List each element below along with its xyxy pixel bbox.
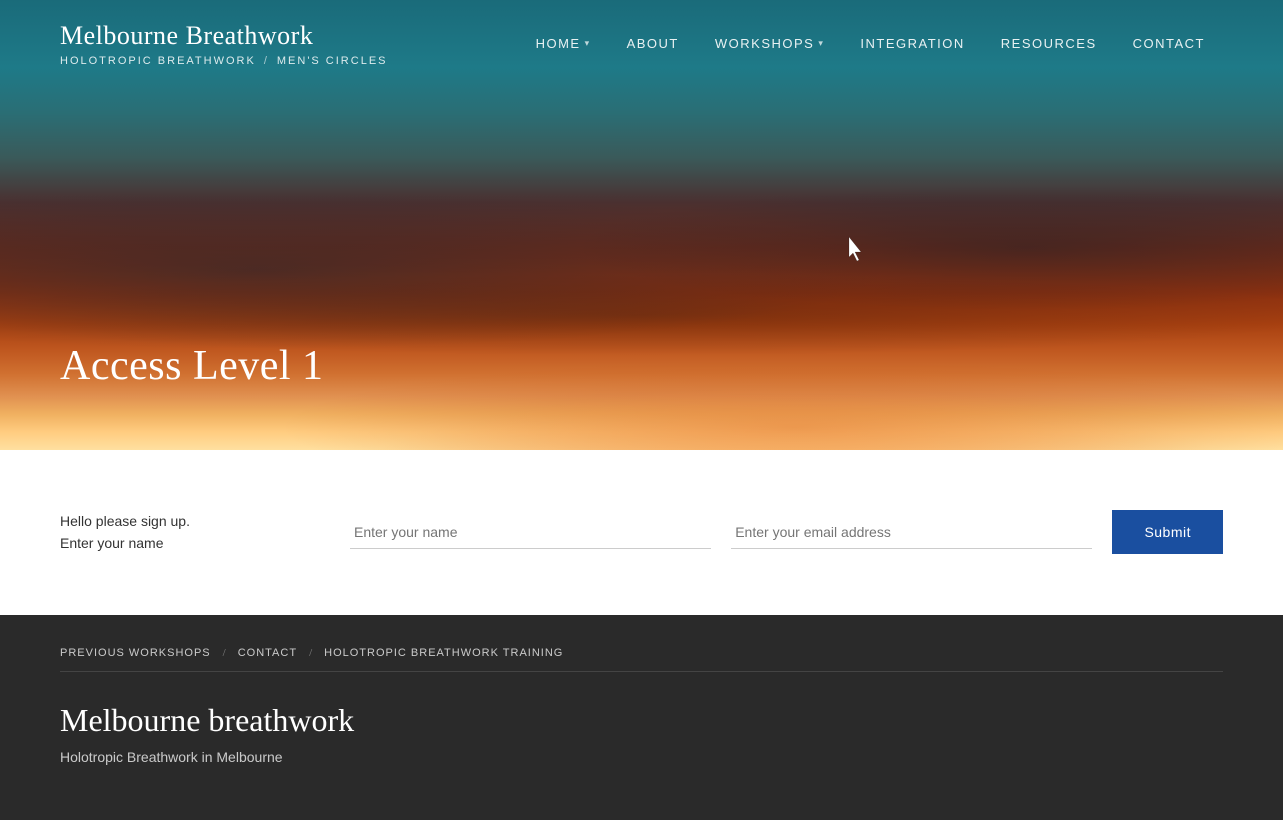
nav-item-about[interactable]: ABOUT xyxy=(609,28,697,59)
footer-area: PREVIOUS WORKSHOPS / CONTACT / HOLOTROPI… xyxy=(0,615,1283,795)
hero-content: Access Level 1 xyxy=(60,342,324,390)
page-title: Access Level 1 xyxy=(60,342,324,390)
submit-button[interactable]: Submit xyxy=(1112,510,1223,554)
brand-sub2: MEN'S CIRCLES xyxy=(277,55,388,67)
hero-section: Melbourne Breathwork HOLOTROPIC BREATHWO… xyxy=(0,0,1283,450)
footer-subtitle: Holotropic Breathwork in Melbourne xyxy=(60,749,1223,765)
main-nav: Melbourne Breathwork HOLOTROPIC BREATHWO… xyxy=(0,0,1283,87)
brand-name: Melbourne Breathwork xyxy=(60,20,388,51)
brand[interactable]: Melbourne Breathwork HOLOTROPIC BREATHWO… xyxy=(60,20,388,67)
footer-nav-training[interactable]: HOLOTROPIC BREATHWORK TRAINING xyxy=(324,635,563,671)
main-content: Hello please sign up. Enter your name Su… xyxy=(0,450,1283,615)
footer-nav: PREVIOUS WORKSHOPS / CONTACT / HOLOTROPI… xyxy=(60,635,1223,672)
chevron-down-icon-2: ▾ xyxy=(818,38,824,49)
nav-link-integration[interactable]: INTEGRATION xyxy=(842,28,982,59)
nav-link-resources[interactable]: RESOURCES xyxy=(983,28,1115,59)
nav-item-contact[interactable]: CONTACT xyxy=(1115,28,1223,59)
brand-sub1: HOLOTROPIC BREATHWORK xyxy=(60,55,256,67)
nav-item-home[interactable]: HOME ▾ xyxy=(518,28,609,59)
signup-line1: Hello please sign up. xyxy=(60,510,310,532)
nav-item-resources[interactable]: RESOURCES xyxy=(983,28,1115,59)
footer-nav-previous-workshops[interactable]: PREVIOUS WORKSHOPS xyxy=(60,635,211,671)
nav-item-integration[interactable]: INTEGRATION xyxy=(842,28,982,59)
footer-sep-1: / xyxy=(223,647,226,659)
signup-section: Hello please sign up. Enter your name Su… xyxy=(60,510,1223,555)
chevron-down-icon: ▾ xyxy=(585,38,591,49)
nav-link-about[interactable]: ABOUT xyxy=(609,28,697,59)
footer-nav-contact[interactable]: CONTACT xyxy=(238,635,297,671)
nav-link-home[interactable]: HOME ▾ xyxy=(518,28,609,59)
signup-text: Hello please sign up. Enter your name xyxy=(60,510,310,555)
signup-form: Submit xyxy=(350,510,1223,554)
nav-link-workshops[interactable]: WORKSHOPS ▾ xyxy=(697,28,843,59)
brand-sub: HOLOTROPIC BREATHWORK / MEN'S CIRCLES xyxy=(60,55,388,67)
nav-link-contact[interactable]: CONTACT xyxy=(1115,28,1223,59)
brand-sep: / xyxy=(264,55,269,67)
nav-links: HOME ▾ ABOUT WORKSHOPS ▾ INTEGRATION xyxy=(518,28,1223,59)
footer-title: Melbourne breathwork xyxy=(60,702,1223,739)
name-input[interactable] xyxy=(350,516,711,549)
footer-sep-2: / xyxy=(309,647,312,659)
email-input[interactable] xyxy=(731,516,1092,549)
nav-item-workshops[interactable]: WORKSHOPS ▾ xyxy=(697,28,843,59)
signup-line2: Enter your name xyxy=(60,532,310,554)
